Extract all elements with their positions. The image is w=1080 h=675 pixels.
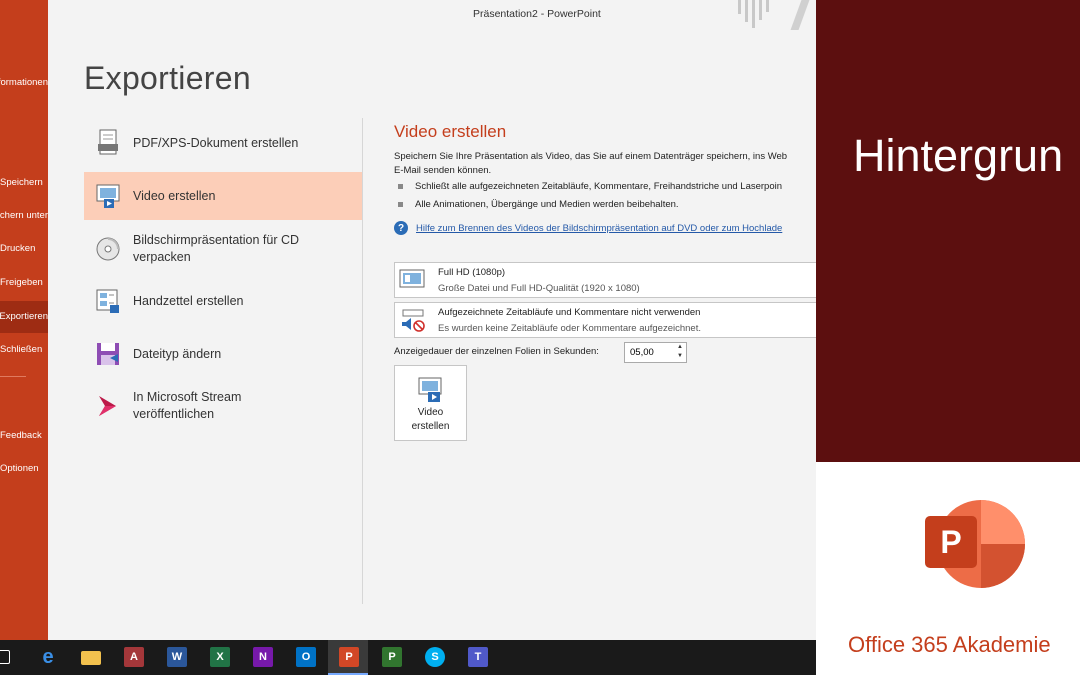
cd-icon — [88, 233, 128, 265]
sidebar-item-optionen[interactable]: Optionen — [0, 460, 48, 478]
duration-value: 05,00 — [630, 347, 654, 358]
stepper-up-icon[interactable]: ▲ — [677, 344, 683, 350]
bullet-text: Schließt alle aufgezeichneten Zeitabläuf… — [415, 181, 783, 192]
title-decoration — [790, 0, 810, 30]
sidebar-item-feedback[interactable]: Feedback — [0, 427, 48, 445]
brand-logo-panel: P Office 365 Akademie — [816, 462, 1080, 675]
option-label: Video erstellen — [133, 188, 216, 203]
option-label: Dateityp ändern — [133, 346, 222, 361]
title-decoration — [766, 0, 769, 12]
sidebar-item-speichern[interactable]: Speichern — [0, 174, 48, 192]
sidebar-item-freigeben[interactable]: Freigeben — [0, 274, 48, 292]
handout-icon — [88, 285, 128, 317]
option-microsoft-stream[interactable]: In Microsoft Stream veröffentlichen — [84, 382, 362, 430]
help-icon: ? — [394, 221, 408, 235]
panel-divider — [362, 118, 363, 604]
file-explorer-icon[interactable] — [81, 651, 101, 665]
video-icon — [416, 376, 446, 404]
sidebar-item-exportieren[interactable]: Exportieren — [0, 301, 48, 333]
video-panel-title: Video erstellen — [394, 122, 507, 141]
description-line: Speichern Sie Ihre Präsentation als Vide… — [394, 151, 788, 162]
bullet-icon — [398, 183, 403, 189]
option-cd-package[interactable]: Bildschirmpräsentation für CD verpacken — [84, 225, 362, 273]
project-icon[interactable]: P — [382, 647, 402, 667]
option-label: Bildschirmpräsentation für CD verpacken — [133, 233, 300, 264]
outlook-icon[interactable]: O — [296, 647, 316, 667]
save-as-type-icon — [88, 338, 128, 370]
title-decoration — [745, 0, 748, 22]
svg-text:P: P — [940, 524, 961, 560]
quality-subtitle: Große Datei und Full HD-Qualität (1920 x… — [438, 283, 640, 294]
pdf-document-icon — [88, 127, 128, 159]
option-handouts[interactable]: Handzettel erstellen — [84, 277, 362, 325]
task-view-icon[interactable] — [0, 650, 10, 664]
taskbar: e A W X N O P P S T — [0, 640, 816, 675]
word-icon[interactable]: W — [167, 647, 187, 667]
teams-icon[interactable]: T — [468, 647, 488, 667]
window-title: Präsentation2 - PowerPoint — [473, 8, 601, 20]
brand-heading: Hintergrun — [853, 130, 1064, 181]
stepper-down-icon[interactable]: ▼ — [677, 353, 683, 359]
help-link[interactable]: Hilfe zum Brennen des Videos der Bildsch… — [416, 223, 782, 234]
video-icon — [88, 180, 128, 212]
sidebar-item-informationen[interactable]: Informationen — [0, 74, 48, 92]
stream-icon — [88, 390, 128, 422]
timings-subtitle: Es wurden keine Zeitabläufe oder Komment… — [438, 323, 701, 334]
create-video-label: erstellen — [411, 421, 450, 432]
bullet-item: Schließt alle aufgezeichneten Zeitabläuf… — [398, 181, 782, 192]
quality-title: Full HD (1080p) — [438, 267, 506, 278]
title-bar: Präsentation2 - PowerPoint — [48, 0, 816, 30]
onenote-icon[interactable]: N — [253, 647, 273, 667]
powerpoint-icon[interactable]: P — [339, 647, 359, 667]
sidebar-divider — [0, 376, 26, 377]
duration-stepper[interactable]: 05,00 ▲ ▼ — [624, 342, 687, 363]
speaker-muted-icon — [399, 309, 425, 332]
quality-dropdown[interactable]: Full HD (1080p) Große Datei und Full HD-… — [394, 262, 824, 298]
option-label: PDF/XPS-Dokument erstellen — [133, 135, 299, 150]
monitor-icon — [399, 269, 425, 291]
create-video-label: Video — [417, 407, 444, 418]
help-row: ? Hilfe zum Brennen des Videos der Bilds… — [394, 221, 782, 235]
sidebar-item-schliessen[interactable]: Schließen — [0, 341, 48, 359]
powerpoint-logo-icon: P — [923, 498, 1027, 590]
timings-dropdown[interactable]: Aufgezeichnete Zeitabläufe und Kommentar… — [394, 302, 824, 338]
option-pdf-xps[interactable]: PDF/XPS-Dokument erstellen — [84, 119, 362, 167]
backstage-main: Präsentation2 - PowerPoint Exportieren P… — [48, 0, 824, 640]
skype-icon[interactable]: S — [425, 647, 445, 667]
backstage-sidebar: Informationen Speichern Speichern unter … — [0, 0, 48, 640]
sidebar-item-speichern-unter[interactable]: Speichern unter — [0, 207, 48, 225]
sidebar-item-drucken[interactable]: Drucken — [0, 240, 48, 258]
access-icon[interactable]: A — [124, 647, 144, 667]
bullet-icon — [398, 201, 403, 207]
title-decoration — [738, 0, 741, 14]
option-change-filetype[interactable]: Dateityp ändern — [84, 330, 362, 378]
option-label: Handzettel erstellen — [133, 293, 244, 308]
video-panel-description: Speichern Sie Ihre Präsentation als Vide… — [394, 150, 787, 178]
bullet-item: Alle Animationen, Übergänge und Medien w… — [398, 199, 679, 210]
title-decoration — [759, 0, 762, 20]
option-video[interactable]: Video erstellen — [84, 172, 362, 220]
excel-icon[interactable]: X — [210, 647, 230, 667]
edge-icon[interactable]: e — [38, 646, 58, 668]
option-label: In Microsoft Stream veröffentlichen — [133, 390, 242, 421]
create-video-button[interactable]: Video erstellen — [394, 365, 467, 441]
brand-name: Office 365 Akademie — [848, 632, 1051, 657]
description-line: E-Mail senden können. — [394, 165, 492, 176]
timings-title: Aufgezeichnete Zeitabläufe und Kommentar… — [438, 307, 701, 318]
bullet-text: Alle Animationen, Übergänge und Medien w… — [415, 199, 679, 210]
page-title: Exportieren — [84, 60, 251, 96]
duration-label: Anzeigedauer der einzelnen Folien in Sek… — [394, 346, 599, 357]
brand-panel: Hintergrun — [816, 0, 1080, 462]
title-decoration — [752, 0, 755, 28]
